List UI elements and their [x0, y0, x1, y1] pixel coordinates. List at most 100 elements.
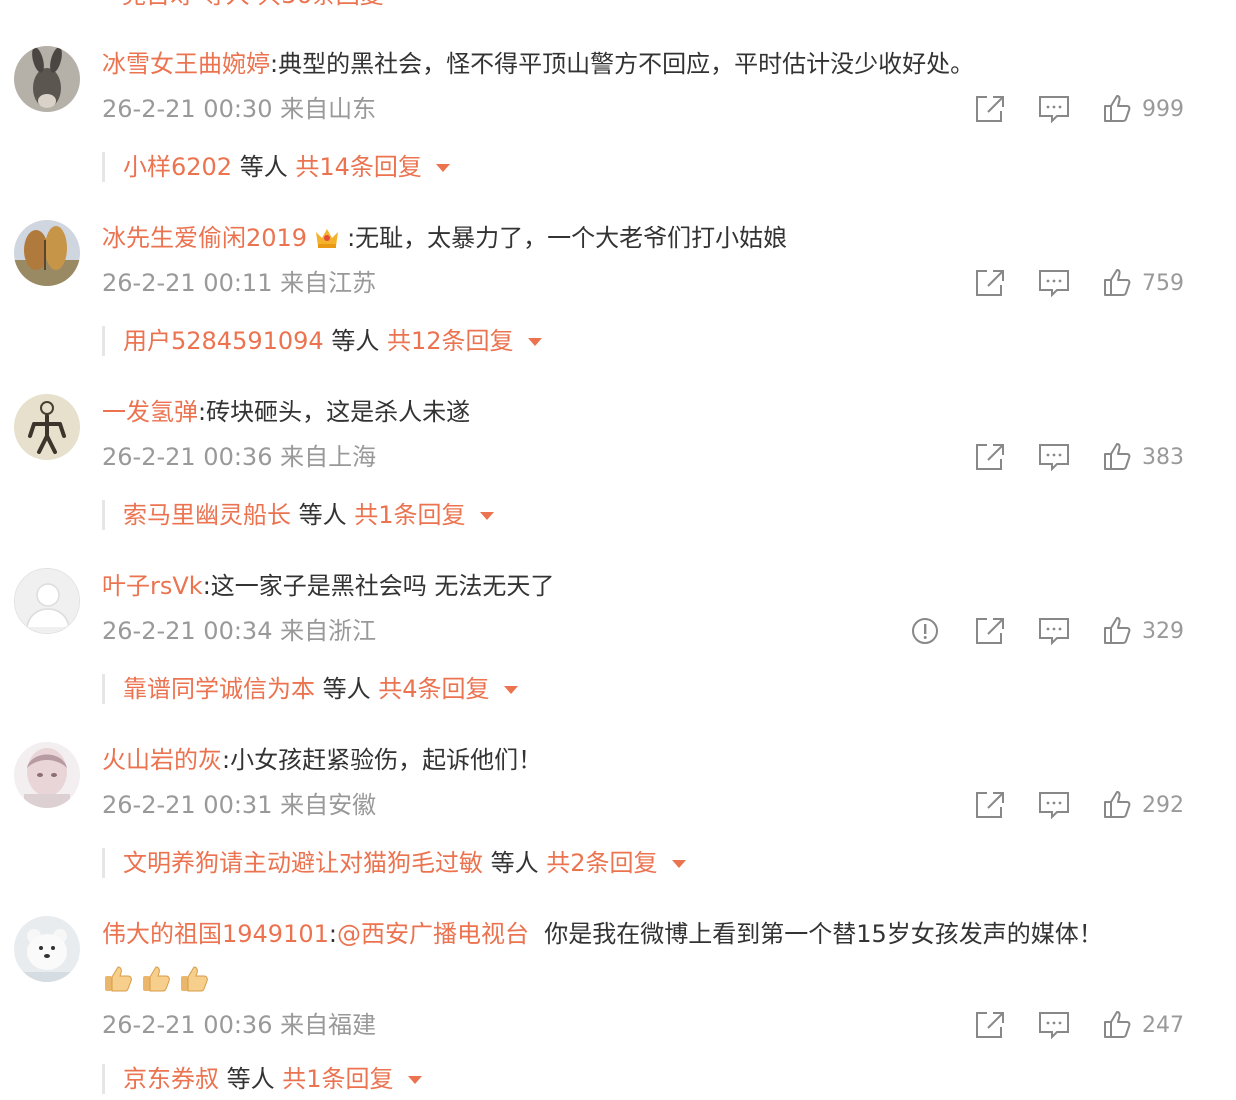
comment-text-line: 伟大的祖国1949101:@西安广播电视台 你是我在微博上看到第一个替15岁女孩…	[102, 920, 1103, 948]
comment-icon	[1039, 444, 1069, 472]
share-icon	[976, 96, 1004, 122]
username-link[interactable]: 冰先生爱偷闲2019	[102, 224, 307, 252]
chevron-down-icon[interactable]	[479, 512, 494, 520]
mention-link[interactable]: @西安广播电视台	[337, 920, 529, 948]
comment-button[interactable]	[1038, 1007, 1070, 1043]
reply-user[interactable]: 文明养狗请主动避让对猫狗毛过敏	[123, 849, 483, 877]
user-avatar[interactable]	[14, 46, 80, 112]
comment-icon	[1039, 270, 1069, 298]
comment-button[interactable]	[1038, 91, 1070, 127]
user-avatar[interactable]	[14, 568, 80, 634]
reply-suffix: 等人	[322, 675, 371, 703]
reply-user[interactable]: 索马里幽灵船长	[123, 501, 291, 529]
username-link[interactable]: 叶子rsVk	[102, 572, 203, 600]
like-button[interactable]: 292	[1102, 787, 1184, 823]
comment-time: 26-2-21 00:36	[102, 1011, 273, 1039]
like-button[interactable]: 759	[1102, 265, 1184, 301]
reply-user[interactable]: 小样6202	[123, 153, 232, 181]
reply-total[interactable]: 共4条回复	[378, 675, 489, 703]
chevron-down-icon[interactable]	[503, 686, 518, 694]
comment-text-line: 冰雪女王曲婉婷:典型的黑社会，怪不得平顶山警方不回应，平时估计没少收好处。	[102, 50, 975, 78]
comment-button[interactable]	[1038, 439, 1070, 475]
replies-toggle[interactable]: 索马里幽灵船长 等人 共1条回复	[102, 500, 494, 530]
comment-icon	[1039, 618, 1069, 646]
share-icon	[976, 618, 1004, 644]
username-link[interactable]: 冰雪女王曲婉婷	[102, 50, 270, 78]
replies-toggle[interactable]: 靠谱同学诚信为本 等人 共4条回复	[102, 674, 518, 704]
comment-text-line: 冰先生爱偷闲2019:无耻，太暴力了，一个大老爷们打小姑娘	[102, 224, 788, 252]
comment-actions: 247	[974, 1007, 1214, 1043]
share-button[interactable]	[974, 265, 1006, 301]
user-avatar[interactable]	[14, 742, 80, 808]
comment-text-line: 一发氢弹:砖块砸头，这是杀人未遂	[102, 398, 471, 426]
like-count: 292	[1142, 792, 1184, 818]
thumbs-up-icon	[1104, 95, 1131, 122]
comment-actions: 383	[974, 439, 1214, 475]
like-button[interactable]: 383	[1102, 439, 1184, 475]
comment-button[interactable]	[1038, 265, 1070, 301]
comment-location: 来自上海	[280, 443, 377, 471]
username-link[interactable]: 伟大的祖国1949101	[102, 920, 329, 948]
comment-time: 26-2-21 00:11	[102, 269, 273, 297]
replies-toggle[interactable]: 用户5284591094 等人 共12条回复	[102, 326, 542, 356]
reply-total[interactable]: 共1条回复	[354, 501, 465, 529]
thumbs-up-icon	[1104, 1011, 1131, 1038]
comment-location: 来自浙江	[280, 617, 377, 645]
thumbs-up-icon	[1104, 617, 1131, 644]
reply-total[interactable]: 共12条回复	[387, 327, 514, 355]
comment-meta: 26-2-21 00:34 来自浙江	[102, 616, 376, 646]
reply-user[interactable]: 京东券叔	[123, 1065, 219, 1093]
thumbs-up-icon	[1104, 269, 1131, 296]
chevron-down-icon[interactable]	[407, 1076, 422, 1084]
comment-meta: 26-2-21 00:36 来自福建	[102, 1010, 376, 1040]
share-icon	[976, 792, 1004, 818]
share-button[interactable]	[974, 439, 1006, 475]
comment-text: 你是我在微博上看到第一个替15岁女孩发声的媒体！	[544, 920, 1103, 948]
thumbs-up-icon	[1104, 791, 1131, 818]
reply-suffix: 等人	[298, 501, 347, 529]
comment-button[interactable]	[1038, 787, 1070, 823]
comment-time: 26-2-21 00:30	[102, 95, 273, 123]
like-count: 329	[1142, 618, 1184, 644]
replies-toggle[interactable]: 京东券叔 等人 共1条回复	[102, 1064, 422, 1094]
share-button[interactable]	[974, 613, 1006, 649]
reply-total[interactable]: 共2条回复	[546, 849, 657, 877]
comment-icon	[1039, 96, 1069, 124]
comment-button[interactable]	[1038, 613, 1070, 649]
reply-user[interactable]: 用户5284591094	[123, 327, 324, 355]
reply-total[interactable]: 共1条回复	[282, 1065, 393, 1093]
comment-location: 来自安徽	[280, 791, 377, 819]
share-button[interactable]	[974, 787, 1006, 823]
previous-replies-fragment[interactable]: 晃古寿 等人 共36条回复	[122, 0, 422, 8]
like-button[interactable]: 999	[1102, 91, 1184, 127]
user-avatar[interactable]	[14, 916, 80, 982]
replies-toggle[interactable]: 文明养狗请主动避让对猫狗毛过敏 等人 共2条回复	[102, 848, 686, 878]
user-avatar[interactable]	[14, 220, 80, 286]
like-count: 383	[1142, 444, 1184, 470]
chevron-down-icon[interactable]	[527, 338, 542, 346]
share-icon	[976, 270, 1004, 296]
comment-actions: 329	[910, 613, 1214, 649]
replies-toggle[interactable]: 小样6202 等人 共14条回复	[102, 152, 450, 182]
comment-meta: 26-2-21 00:11 来自江苏	[102, 268, 376, 298]
comment-meta: 26-2-21 00:31 来自安徽	[102, 790, 376, 820]
thumbs-up-emoji-icon	[102, 963, 134, 995]
reply-user[interactable]: 靠谱同学诚信为本	[123, 675, 315, 703]
reply-total[interactable]: 共14条回复	[295, 153, 422, 181]
username-link[interactable]: 一发氢弹	[102, 398, 198, 426]
like-button[interactable]: 329	[1102, 613, 1184, 649]
report-button[interactable]	[910, 613, 940, 649]
comment-meta: 26-2-21 00:30 来自山东	[102, 94, 376, 124]
chevron-down-icon[interactable]	[435, 164, 450, 172]
like-count: 759	[1142, 270, 1184, 296]
share-button[interactable]	[974, 1007, 1006, 1043]
report-icon	[912, 618, 938, 644]
username-link[interactable]: 火山岩的灰	[102, 746, 222, 774]
user-avatar[interactable]	[14, 394, 80, 460]
share-button[interactable]	[974, 91, 1006, 127]
comment-time: 26-2-21 00:34	[102, 617, 273, 645]
crown-icon	[316, 229, 339, 248]
like-button[interactable]: 247	[1102, 1007, 1184, 1043]
chevron-down-icon[interactable]	[671, 860, 686, 868]
comment-text: 小女孩赶紧验伤，起诉他们！	[230, 746, 543, 774]
